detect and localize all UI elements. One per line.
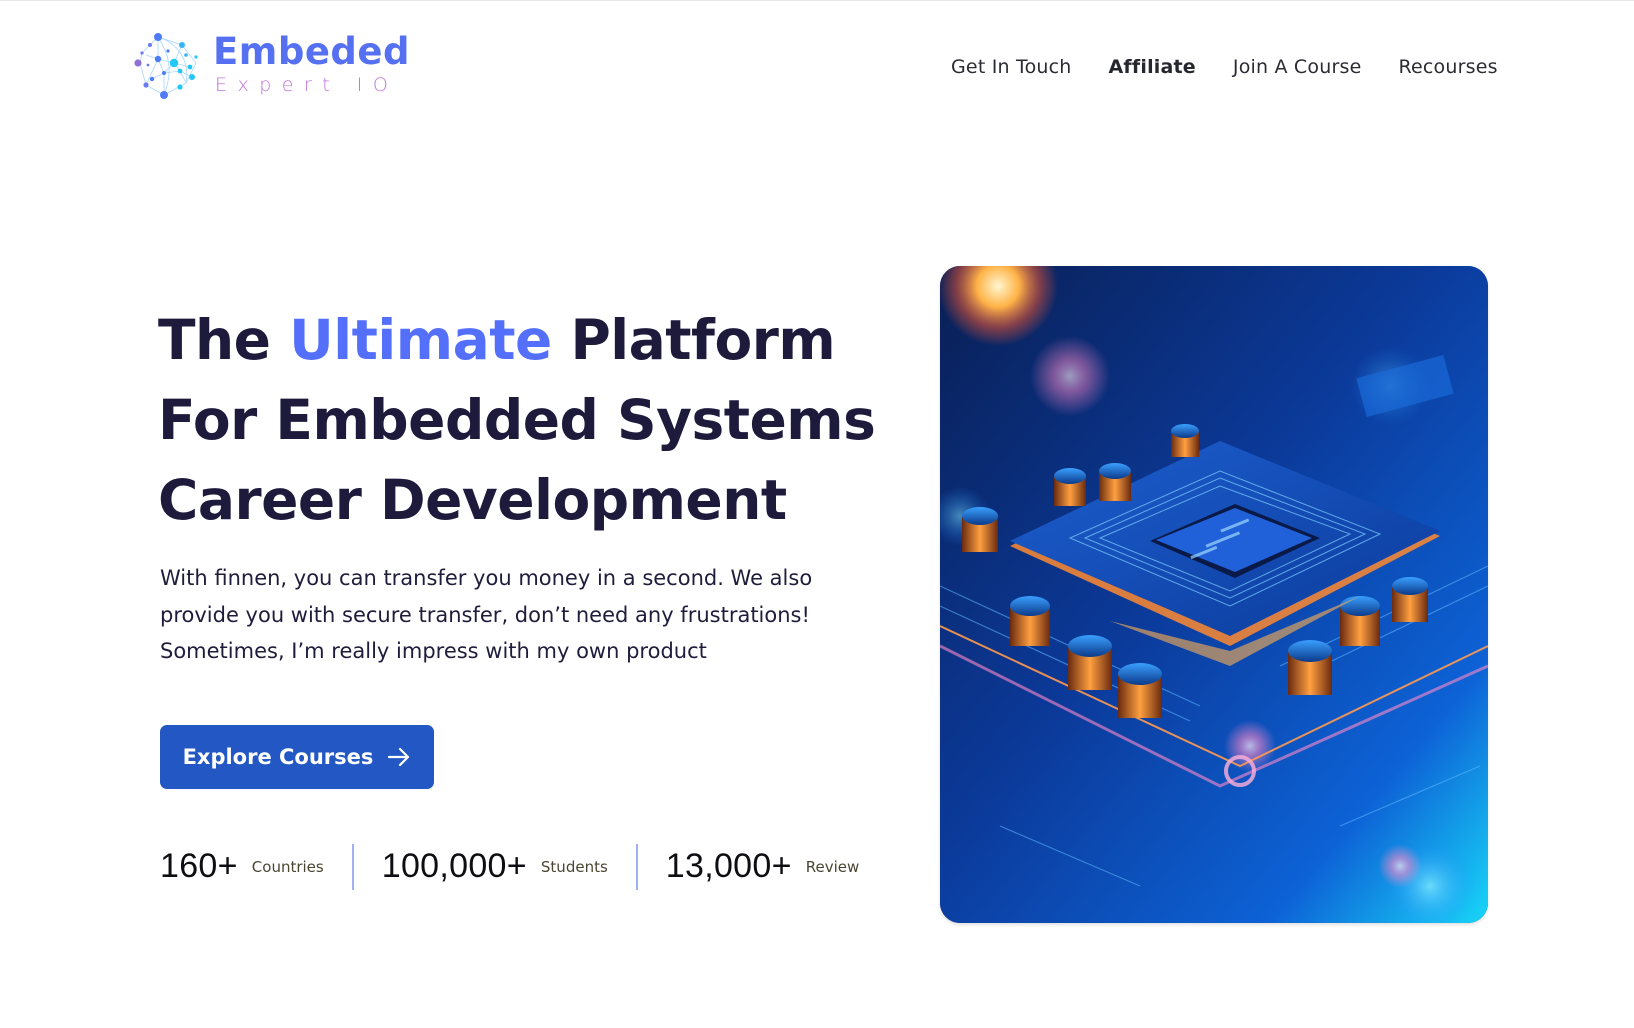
stat-value: 160+ [160, 847, 238, 885]
hero-title-line3: Career Development [158, 468, 787, 532]
hero-title-line2: For Embedded Systems [158, 388, 876, 452]
explore-courses-button[interactable]: Explore Courses [160, 725, 434, 789]
circuit-board-illustration [940, 266, 1488, 923]
stat-value: 13,000+ [665, 847, 792, 885]
explore-courses-label: Explore Courses [182, 745, 374, 769]
stat-label: Students [540, 857, 608, 876]
nav-item-recourses[interactable]: Recourses [1398, 52, 1497, 82]
brand-name: Embeded [213, 30, 410, 73]
site-header: Embeded Expert IO Get In Touch Affiliate… [0, 0, 1634, 120]
stat-divider [351, 843, 354, 890]
stats-row: 160+ Countries 100,000+ Students 13,000+… [160, 843, 859, 890]
brand-tagline: Expert IO [215, 74, 399, 96]
hero-title-line1: The Ultimate Platform [158, 308, 836, 372]
stat-divider [635, 843, 638, 890]
hero-title-post: Platform [551, 308, 836, 372]
nav-item-get-in-touch[interactable]: Get In Touch [951, 52, 1072, 82]
hero-description: With finnen, you can transfer you money … [160, 566, 813, 664]
arrow-right-icon [388, 747, 410, 767]
stat-countries: 160+ Countries [160, 843, 324, 890]
nav-item-affiliate[interactable]: Affiliate [1109, 52, 1196, 82]
brand-logo[interactable]: Embeded Expert IO [134, 31, 409, 103]
hero-title: The Ultimate Platform For Embedded Syste… [158, 300, 918, 540]
stat-value: 100,000+ [381, 847, 527, 885]
network-globe-icon [134, 33, 198, 99]
hero-image-circuit-board [940, 266, 1488, 923]
nav-item-join-a-course[interactable]: Join A Course [1233, 52, 1362, 82]
stat-reviews: 13,000+ Review [666, 843, 859, 890]
stat-label: Countries [251, 857, 324, 876]
stat-label: Review [805, 857, 860, 876]
hero-title-accent: Ultimate [289, 308, 552, 372]
hero-title-pre: The [158, 308, 290, 372]
main-nav: Get In Touch Affiliate Join A Course Rec… [951, 51, 1498, 83]
stat-students: 100,000+ Students [382, 843, 608, 890]
